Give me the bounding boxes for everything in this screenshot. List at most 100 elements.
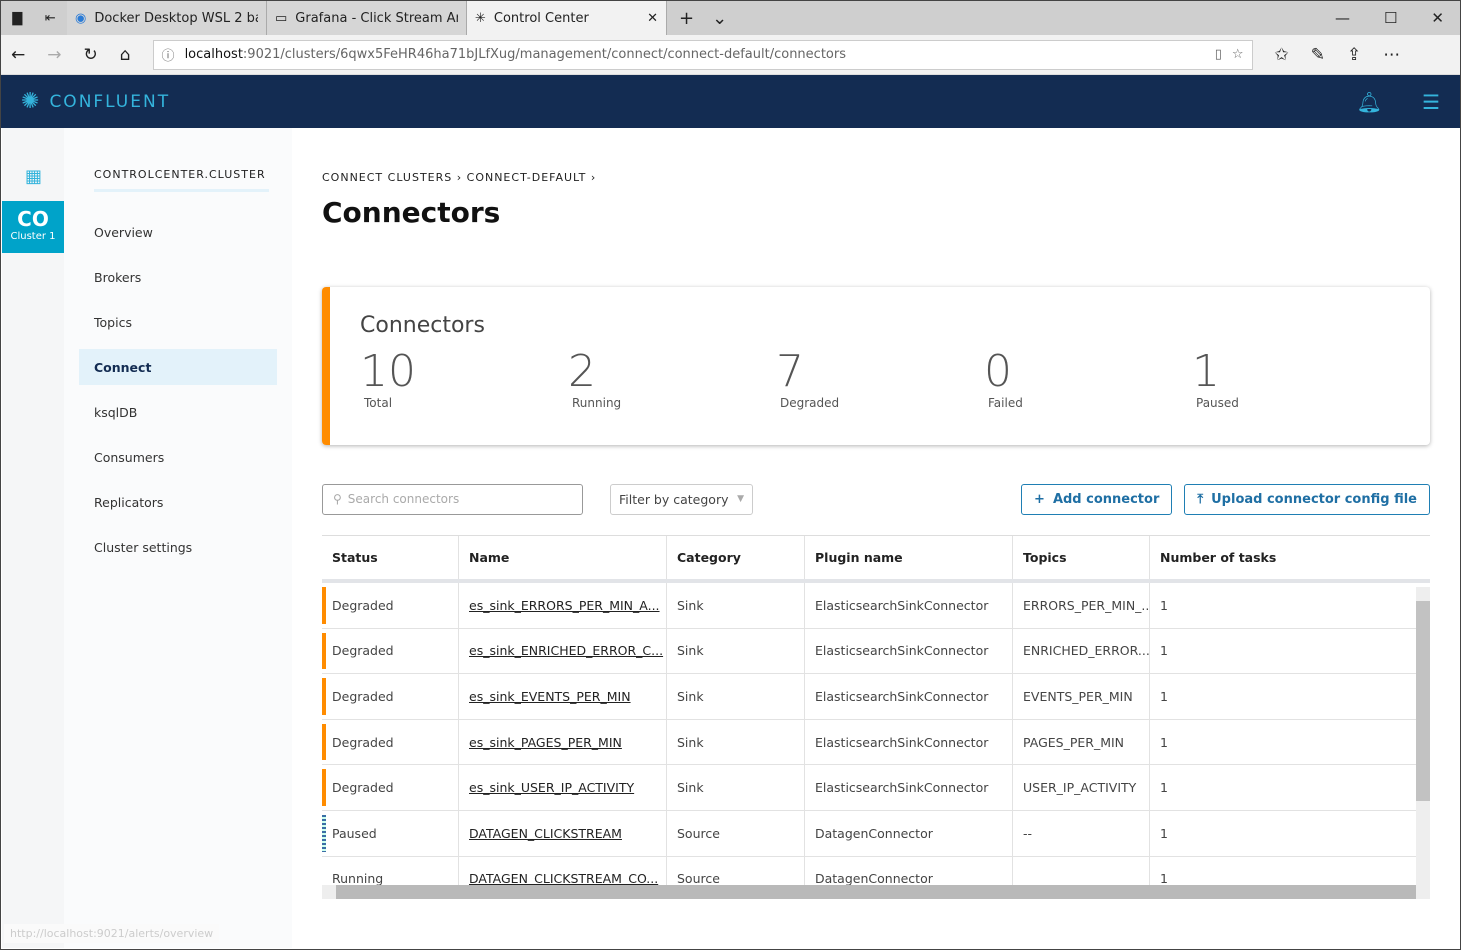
cell-status: Degraded (332, 688, 394, 704)
favorites-icon[interactable]: ✩ (1275, 45, 1289, 65)
set-aside-tabs-icon[interactable]: ⇤ (45, 11, 56, 26)
app-header: ✺ CONFLUENT 🔔︎ ☰ (1, 75, 1460, 128)
sidebar-item-replicators[interactable]: Replicators (79, 484, 277, 520)
hamburger-menu-icon[interactable]: ☰ (1422, 90, 1440, 114)
cell-topics: ERRORS_PER_MIN_... (1023, 597, 1150, 613)
sidebar-item-brokers[interactable]: Brokers (79, 259, 277, 295)
cell-status: Paused (332, 825, 377, 841)
connectors-summary-card: Connectors 10 Total 2 Running 7 Degraded 0 Fail… (322, 287, 1430, 445)
connector-name-link[interactable]: es_sink_USER_IP_ACTIVITY (469, 780, 634, 795)
table-row[interactable]: Degraded es_sink_ENRICHED_ERROR_C... Sink E… (322, 628, 1430, 675)
tab-actions-icon[interactable]: ▇ (12, 11, 22, 26)
column-header[interactable]: Status (322, 536, 459, 579)
connector-name-link[interactable]: es_sink_ERRORS_PER_MIN_A... (469, 598, 660, 613)
cell-status: Degraded (332, 597, 394, 613)
page-icon: ▭ (275, 10, 288, 26)
column-header[interactable]: Topics (1013, 536, 1150, 579)
sidebar-item-ksqldb[interactable]: ksqlDB (79, 394, 277, 430)
connector-name-link[interactable]: DATAGEN_CLICKSTREAM (469, 826, 622, 841)
cell-plugin: DatagenConnector (815, 825, 933, 841)
horizontal-scrollbar[interactable] (322, 885, 1430, 899)
connectors-table: Status Name Category Plugin name Topics Numbe… (322, 535, 1430, 899)
stat-total[interactable]: 10 Total (360, 348, 568, 411)
cell-status: Degraded (332, 643, 394, 659)
cell-plugin: ElasticsearchSinkConnector (815, 734, 989, 750)
filter-category-select[interactable]: Filter by category ▼ (610, 483, 753, 515)
cell-tasks: 1 (1160, 734, 1168, 750)
main-content: CONNECT CLUSTERS › CONNECT-DEFAULT › Con… (322, 128, 1430, 899)
back-icon[interactable]: ← (11, 45, 25, 65)
stat-running[interactable]: 2 Running (568, 348, 776, 411)
stat-degraded[interactable]: 7 Degraded (776, 348, 984, 411)
close-window-icon[interactable]: ✕ (1431, 9, 1444, 27)
table-row[interactable]: Paused DATAGEN_CLICKSTREAM Source DatagenCo… (322, 810, 1430, 857)
tab-list-chevron-icon[interactable]: ⌄ (712, 8, 727, 29)
favorite-star-icon[interactable]: ☆ (1232, 47, 1244, 62)
cell-category: Sink (677, 597, 704, 613)
column-header[interactable]: Category (667, 536, 805, 579)
maximize-icon[interactable]: ☐ (1384, 9, 1397, 27)
info-icon: ⓘ (161, 49, 175, 64)
refresh-icon[interactable]: ↻ (84, 45, 98, 65)
status-indicator (322, 587, 326, 624)
share-icon[interactable]: ⇪ (1347, 45, 1361, 65)
status-bar-url: http://localhost:9021/alerts/overview (4, 924, 220, 943)
more-icon[interactable]: ⋯ (1383, 45, 1400, 65)
connector-name-link[interactable]: es_sink_ENRICHED_ERROR_C... (469, 643, 663, 658)
stat-paused[interactable]: 1 Paused (1192, 348, 1400, 411)
forward-icon[interactable]: → (47, 45, 61, 65)
vertical-scrollbar[interactable] (1416, 587, 1430, 887)
sidebar-item-overview[interactable]: Overview (79, 214, 277, 250)
table-row[interactable]: Degraded es_sink_EVENTS_PER_MIN Sink Elasti… (322, 674, 1430, 720)
new-tab-icon[interactable]: + (679, 8, 694, 29)
status-indicator (322, 723, 326, 761)
sidebar-item-topics[interactable]: Topics (79, 304, 277, 340)
cell-plugin: ElasticsearchSinkConnector (815, 780, 989, 796)
cell-topics: USER_IP_ACTIVITY (1023, 780, 1137, 796)
upload-config-button[interactable]: ⤒ Upload connector config file (1184, 483, 1430, 515)
cluster-badge[interactable]: CO Cluster 1 (2, 201, 64, 253)
table-row[interactable]: Degraded es_sink_USER_IP_ACTIVITY Sink Elas… (322, 765, 1430, 811)
status-indicator (322, 632, 326, 670)
confluent-favicon-icon: ✳ (475, 10, 486, 26)
column-header[interactable]: Number of tasks (1150, 536, 1430, 579)
add-connector-button[interactable]: + Add connector (1021, 483, 1173, 515)
connector-name-link[interactable]: es_sink_PAGES_PER_MIN (469, 735, 622, 750)
chevron-down-icon: ▼ (737, 494, 744, 504)
table-row[interactable]: Degraded es_sink_PAGES_PER_MIN Sink Elastic… (322, 719, 1430, 766)
cell-category: Sink (677, 780, 704, 796)
cell-tasks: 1 (1160, 688, 1168, 704)
cell-category: Sink (677, 734, 704, 750)
column-header[interactable]: Plugin name (805, 536, 1013, 579)
confluent-logo-icon: ✺ (21, 89, 42, 114)
reading-view-icon[interactable]: ▯ (1215, 47, 1222, 62)
browser-tab-active[interactable]: ✳ Control Center ✕ (467, 1, 667, 35)
cell-topics: -- (1023, 825, 1033, 841)
connector-name-link[interactable]: es_sink_EVENTS_PER_MIN (469, 689, 631, 704)
cell-tasks: 1 (1160, 643, 1168, 659)
status-indicator (322, 678, 326, 715)
bell-icon[interactable]: 🔔︎ (1357, 90, 1382, 114)
stat-failed[interactable]: 0 Failed (984, 348, 1192, 411)
sidebar-item-connect[interactable]: Connect (79, 349, 277, 385)
cell-tasks: 1 (1160, 597, 1168, 613)
summary-title: Connectors (360, 313, 485, 338)
pen-icon[interactable]: ✎ (1311, 45, 1325, 65)
home-icon[interactable]: ⌂ (120, 45, 131, 65)
browser-tab[interactable]: ▭Grafana - Click Stream Analysis (267, 1, 467, 35)
grid-icon[interactable]: ▦ (25, 166, 42, 187)
breadcrumb: CONNECT CLUSTERS › CONNECT-DEFAULT › (322, 171, 597, 184)
browser-tab[interactable]: ◉Docker Desktop WSL 2 backend (67, 1, 267, 35)
breadcrumb-connect-default[interactable]: CONNECT-DEFAULT (467, 171, 587, 184)
breadcrumb-connect-clusters[interactable]: CONNECT CLUSTERS (322, 171, 452, 184)
address-bar[interactable]: ⓘ localhost:9021/clusters/6qwx5FeHR46ha7… (152, 39, 1253, 70)
minimize-icon[interactable]: — (1335, 9, 1350, 27)
sidebar-item-cluster-settings[interactable]: Cluster settings (79, 529, 277, 565)
close-tab-icon[interactable]: ✕ (647, 11, 658, 26)
cell-category: Sink (677, 643, 704, 659)
column-header[interactable]: Name (459, 536, 667, 579)
search-input[interactable]: ⚲ Search connectors (322, 483, 583, 515)
confluent-logo[interactable]: ✺ CONFLUENT (21, 89, 170, 114)
table-row[interactable]: Degraded es_sink_ERRORS_PER_MIN_A... Sink E… (322, 583, 1430, 629)
sidebar-item-consumers[interactable]: Consumers (79, 439, 277, 475)
